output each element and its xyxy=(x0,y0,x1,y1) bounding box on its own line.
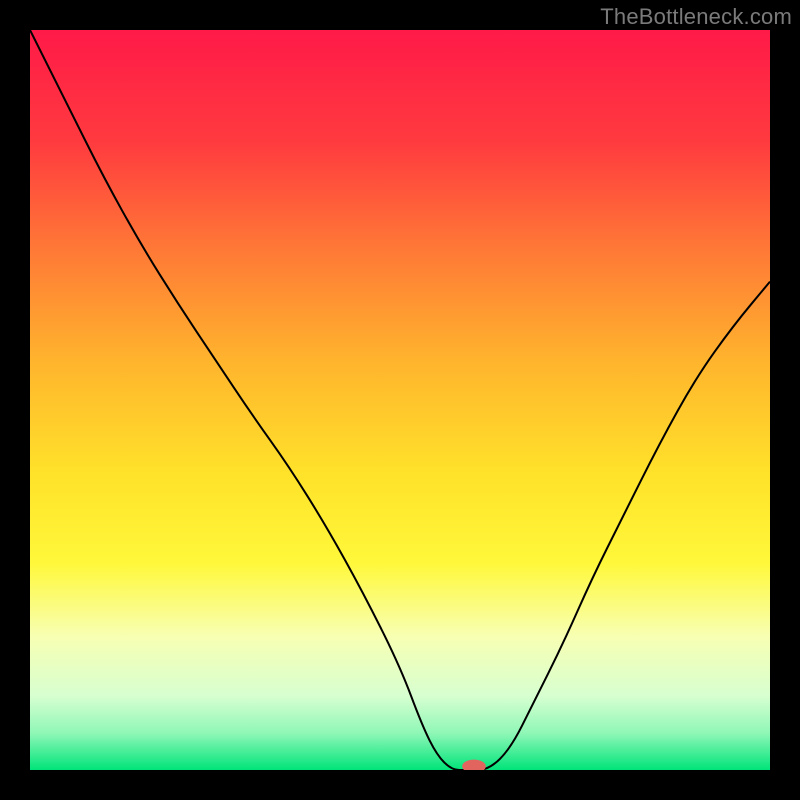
watermark-text: TheBottleneck.com xyxy=(600,4,792,30)
gradient-background xyxy=(30,30,770,770)
plot-area xyxy=(30,30,770,770)
chart-svg xyxy=(30,30,770,770)
chart-stage: TheBottleneck.com xyxy=(0,0,800,800)
